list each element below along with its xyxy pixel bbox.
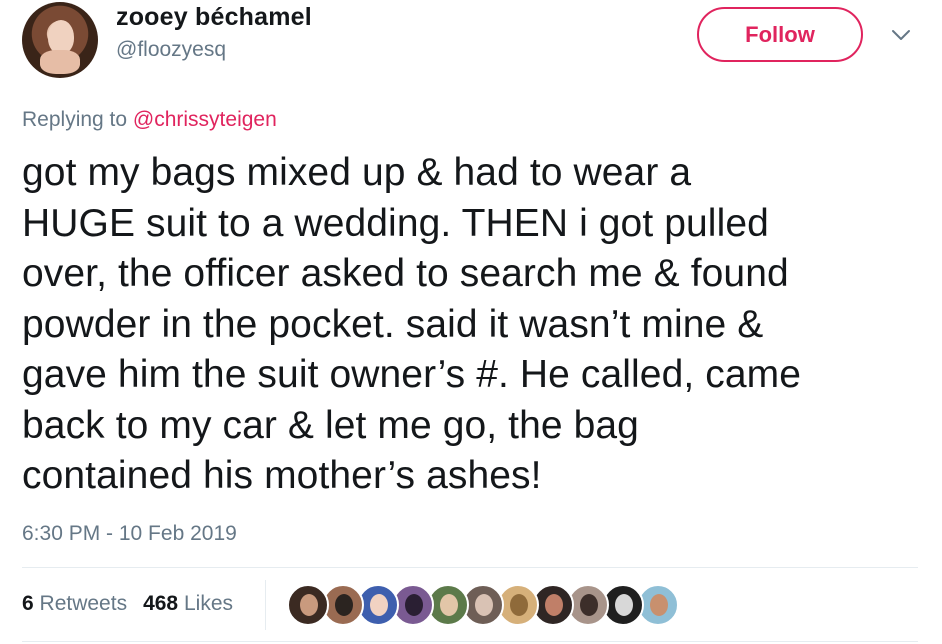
liker-face <box>650 594 668 616</box>
retweets-count: 6 <box>22 592 34 615</box>
avatar-face <box>48 20 74 54</box>
liker-face <box>335 594 353 616</box>
liker-face <box>545 594 563 616</box>
more-options-button[interactable] <box>888 22 914 48</box>
avatar[interactable] <box>22 2 98 78</box>
display-name[interactable]: zooey béchamel <box>116 3 312 32</box>
liker-avatar[interactable] <box>287 584 329 626</box>
chevron-down-icon <box>892 30 910 40</box>
liker-face <box>475 594 493 616</box>
likes-count: 468 <box>143 592 179 615</box>
likes-label: Likes <box>183 592 233 615</box>
replying-to: Replying to @chrissyteigen <box>22 108 277 132</box>
follow-button[interactable]: Follow <box>697 7 863 62</box>
liker-face <box>405 594 423 616</box>
divider-bottom <box>22 641 918 642</box>
divider <box>22 567 918 568</box>
retweets-stat[interactable]: 6 Retweets <box>22 592 127 616</box>
liker-face <box>300 594 318 616</box>
tweet-stats: 6 Retweets 468 Likes <box>22 592 233 616</box>
tweet-timestamp[interactable]: 6:30 PM - 10 Feb 2019 <box>22 522 237 546</box>
liker-face <box>580 594 598 616</box>
avatar-hand <box>40 50 80 74</box>
stats-separator <box>265 580 266 630</box>
user-handle[interactable]: @floozyesq <box>116 38 226 62</box>
liker-face <box>440 594 458 616</box>
liker-face <box>615 594 633 616</box>
retweets-label: Retweets <box>39 592 128 615</box>
liker-face <box>370 594 388 616</box>
replying-prefix: Replying to <box>22 108 128 131</box>
likes-stat[interactable]: 468 Likes <box>143 592 233 616</box>
replying-mention-link[interactable]: @chrissyteigen <box>133 108 277 131</box>
tweet-text: got my bags mixed up & had to wear a HUG… <box>22 151 802 497</box>
liker-face <box>510 594 528 616</box>
tweet-card: zooey béchamel @floozyesq Follow Replyin… <box>0 0 942 644</box>
